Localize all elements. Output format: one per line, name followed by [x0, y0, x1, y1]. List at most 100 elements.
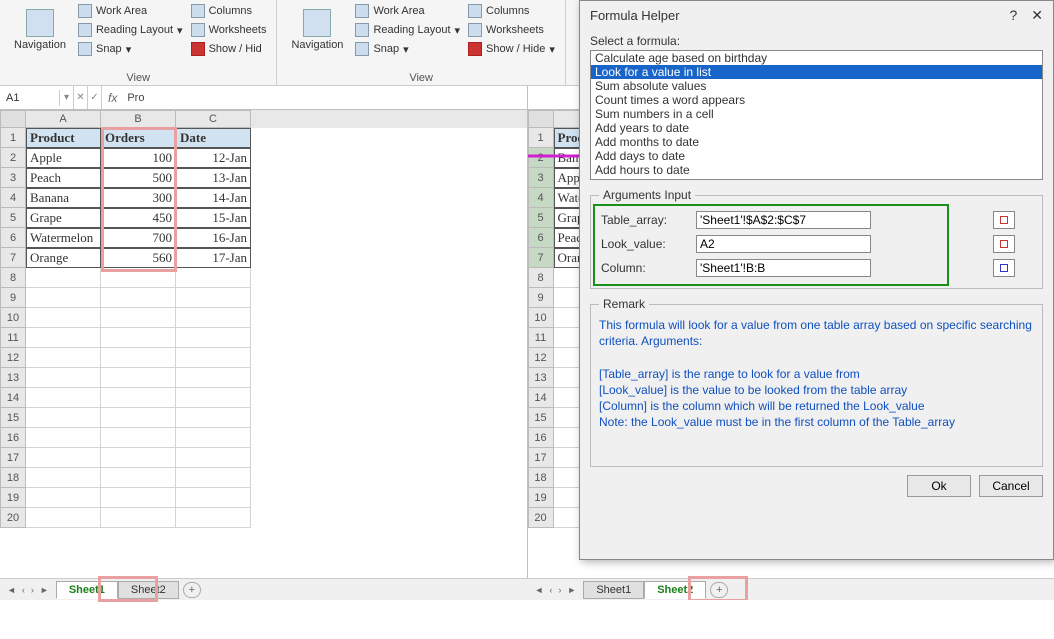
formula-item[interactable]: Add hours to date: [591, 163, 1042, 177]
header-cell[interactable]: Date: [176, 128, 251, 148]
row-header-6[interactable]: 6: [528, 228, 554, 248]
row-header-1[interactable]: 1: [528, 128, 554, 148]
empty-cell[interactable]: [101, 268, 176, 288]
row-header-15[interactable]: 15: [528, 408, 554, 428]
table-array-ref-button[interactable]: [993, 211, 1015, 229]
row-header-18[interactable]: 18: [528, 468, 554, 488]
formula-item[interactable]: Add months to date: [591, 135, 1042, 149]
row-header-8[interactable]: 8: [0, 268, 26, 288]
row-header-20[interactable]: 20: [0, 508, 26, 528]
look-value-ref-button[interactable]: [993, 235, 1015, 253]
add-sheet-button[interactable]: +: [183, 582, 201, 598]
row-header-4[interactable]: 4: [0, 188, 26, 208]
cell[interactable]: 13-Jan: [176, 168, 251, 188]
cell[interactable]: 14-Jan: [176, 188, 251, 208]
row-header-16[interactable]: 16: [528, 428, 554, 448]
row-header-14[interactable]: 14: [0, 388, 26, 408]
empty-cell[interactable]: [176, 348, 251, 368]
empty-cell[interactable]: [101, 288, 176, 308]
empty-cell[interactable]: [26, 348, 101, 368]
worksheets-button-2[interactable]: Worksheets: [464, 21, 559, 39]
tab-first-icon[interactable]: ◄: [4, 585, 19, 595]
close-icon[interactable]: ✕: [1031, 7, 1043, 24]
row-header-10[interactable]: 10: [0, 308, 26, 328]
empty-cell[interactable]: [101, 348, 176, 368]
cell[interactable]: 300: [101, 188, 176, 208]
row-header-3[interactable]: 3: [0, 168, 26, 188]
row-header-20[interactable]: 20: [528, 508, 554, 528]
row-header-17[interactable]: 17: [528, 448, 554, 468]
cell[interactable]: 12-Jan: [176, 148, 251, 168]
row-header-17[interactable]: 17: [0, 448, 26, 468]
formula-item[interactable]: Add days to date: [591, 149, 1042, 163]
row-header-18[interactable]: 18: [0, 468, 26, 488]
columns-button-2[interactable]: Columns: [464, 2, 559, 20]
empty-cell[interactable]: [176, 508, 251, 528]
row-header-8[interactable]: 8: [528, 268, 554, 288]
empty-cell[interactable]: [176, 328, 251, 348]
cell[interactable]: 15-Jan: [176, 208, 251, 228]
cell[interactable]: Banana: [26, 188, 101, 208]
cancel-formula-icon[interactable]: ✕: [74, 86, 88, 109]
table-array-input[interactable]: [696, 211, 871, 229]
formula-input[interactable]: Pro: [123, 92, 148, 104]
row-header-19[interactable]: 19: [528, 488, 554, 508]
empty-cell[interactable]: [26, 428, 101, 448]
row-header-5[interactable]: 5: [0, 208, 26, 228]
row-header-16[interactable]: 16: [0, 428, 26, 448]
snap-button[interactable]: Snap ▾: [74, 40, 187, 58]
row-header-7[interactable]: 7: [528, 248, 554, 268]
show-hide-button[interactable]: Show / Hid: [187, 40, 271, 58]
cell[interactable]: 100: [101, 148, 176, 168]
empty-cell[interactable]: [176, 488, 251, 508]
column-ref-button[interactable]: [993, 259, 1015, 277]
empty-cell[interactable]: [176, 288, 251, 308]
row-header-4[interactable]: 4: [528, 188, 554, 208]
col-header-B[interactable]: B: [101, 110, 176, 128]
row-header-13[interactable]: 13: [528, 368, 554, 388]
reading-layout-button-2[interactable]: Reading Layout ▾: [351, 21, 464, 39]
row-header-7[interactable]: 7: [0, 248, 26, 268]
header-cell[interactable]: Product: [26, 128, 101, 148]
work-area-button[interactable]: Work Area: [74, 2, 187, 20]
empty-cell[interactable]: [101, 308, 176, 328]
empty-cell[interactable]: [101, 448, 176, 468]
reading-layout-button[interactable]: Reading Layout ▾: [74, 21, 187, 39]
tab-sheet2-2[interactable]: Sheet2: [644, 581, 706, 599]
empty-cell[interactable]: [101, 328, 176, 348]
empty-cell[interactable]: [26, 488, 101, 508]
show-hide-button-2[interactable]: Show / Hide ▾: [464, 40, 559, 58]
tab-sheet1-2[interactable]: Sheet1: [583, 581, 644, 599]
formula-item[interactable]: Calculate age based on birthday: [591, 51, 1042, 65]
formula-item[interactable]: Count times a word appears: [591, 93, 1042, 107]
navigation-button-2[interactable]: Navigation: [283, 5, 351, 55]
row-header-11[interactable]: 11: [0, 328, 26, 348]
row-header-5[interactable]: 5: [528, 208, 554, 228]
empty-cell[interactable]: [26, 468, 101, 488]
row-header-2[interactable]: 2: [0, 148, 26, 168]
row-header-19[interactable]: 19: [0, 488, 26, 508]
empty-cell[interactable]: [176, 428, 251, 448]
row-header-12[interactable]: 12: [0, 348, 26, 368]
fx-icon[interactable]: fx: [102, 91, 123, 105]
ok-button[interactable]: Ok: [907, 475, 971, 497]
row-header-2[interactable]: 2: [528, 148, 554, 168]
empty-cell[interactable]: [176, 448, 251, 468]
empty-cell[interactable]: [101, 428, 176, 448]
row-header-3[interactable]: 3: [528, 168, 554, 188]
name-box[interactable]: A1: [0, 90, 60, 106]
enter-formula-icon[interactable]: ✓: [88, 86, 102, 109]
empty-cell[interactable]: [101, 508, 176, 528]
empty-cell[interactable]: [176, 368, 251, 388]
column-input[interactable]: [696, 259, 871, 277]
cell[interactable]: 700: [101, 228, 176, 248]
work-area-button-2[interactable]: Work Area: [351, 2, 464, 20]
empty-cell[interactable]: [26, 328, 101, 348]
empty-cell[interactable]: [26, 368, 101, 388]
tab-prev-icon[interactable]: ‹: [19, 585, 28, 595]
empty-cell[interactable]: [176, 408, 251, 428]
formula-item[interactable]: Add minutes to date: [591, 177, 1042, 180]
tab-next-icon[interactable]: ›: [28, 585, 37, 595]
cell[interactable]: Watermelon: [26, 228, 101, 248]
empty-cell[interactable]: [101, 468, 176, 488]
